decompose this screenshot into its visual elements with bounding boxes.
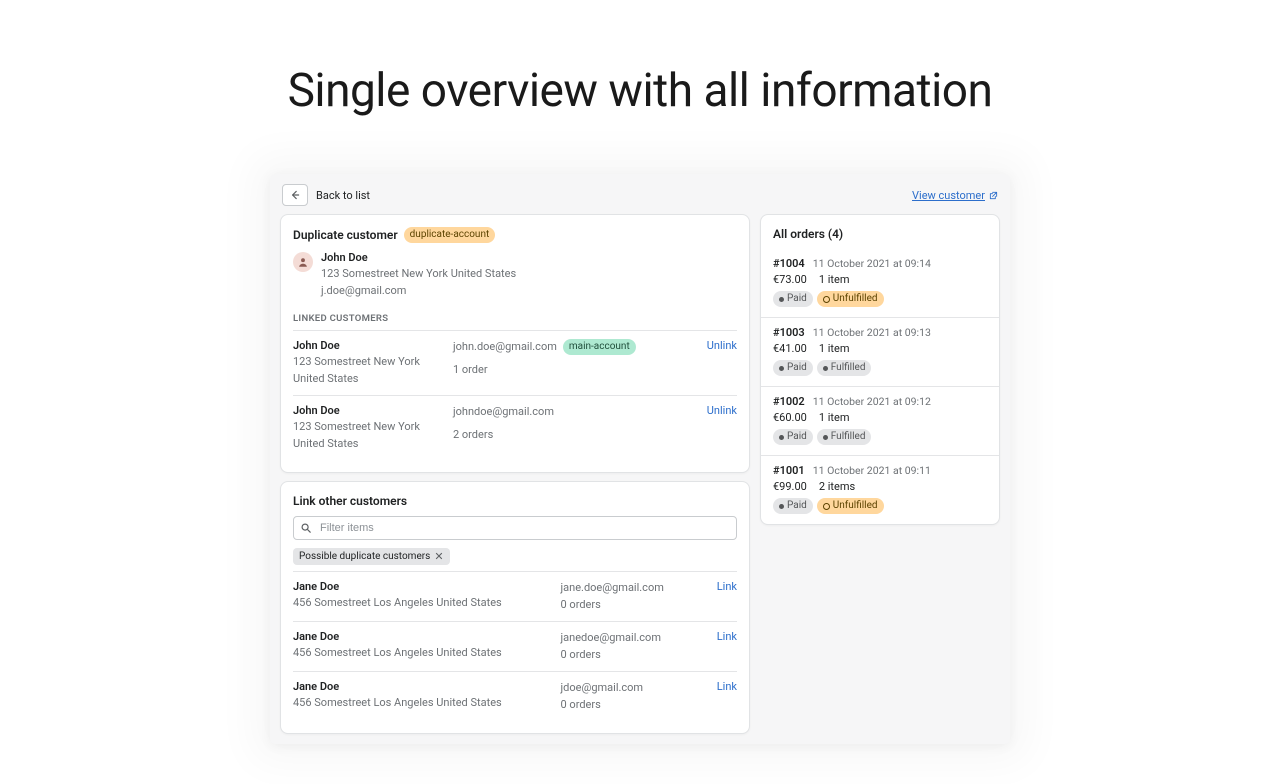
order-date: 11 October 2021 at 09:12 (813, 395, 931, 408)
linked-orders: 2 orders (453, 427, 697, 444)
linked-email: johndoe@gmail.com (453, 404, 554, 421)
back-label: Back to list (316, 189, 370, 202)
unlink-button[interactable]: Unlink (707, 404, 737, 417)
order-id: #1004 (773, 257, 805, 270)
order-amount: €41.00 (773, 342, 807, 355)
unfulfilled-badge: Unfulfilled (817, 291, 884, 307)
order-amount: €60.00 (773, 411, 807, 424)
paid-badge: Paid (773, 360, 813, 376)
order-amount: €99.00 (773, 480, 807, 493)
topbar: Back to list View customer (280, 184, 1000, 214)
paid-badge: Paid (773, 498, 813, 514)
order-item[interactable]: #1001 11 October 2021 at 09:11 €99.00 2 ite… (761, 455, 999, 524)
linked-name: John Doe (293, 404, 443, 417)
customer-email: j.doe@gmail.com (321, 283, 516, 300)
candidate-row: Jane Doe 456 Somestreet Los Angeles Unite… (293, 621, 737, 671)
order-items: 1 item (819, 411, 850, 424)
view-customer-label: View customer (912, 189, 985, 202)
external-link-icon (989, 191, 998, 200)
avatar (293, 252, 313, 272)
order-item[interactable]: #1003 11 October 2021 at 09:13 €41.00 1 ite… (761, 317, 999, 386)
candidate-row: Jane Doe 456 Somestreet Los Angeles Unite… (293, 671, 737, 721)
back-button[interactable] (282, 184, 308, 206)
arrow-left-icon (289, 189, 301, 201)
candidate-name: Jane Doe (293, 680, 551, 693)
candidate-orders: 0 orders (561, 697, 707, 714)
order-item[interactable]: #1004 11 October 2021 at 09:14 €73.00 1 ite… (761, 249, 999, 317)
order-item[interactable]: #1002 11 October 2021 at 09:12 €60.00 1 ite… (761, 386, 999, 455)
customer-address: 123 Somestreet New York United States (321, 266, 516, 283)
order-id: #1003 (773, 326, 805, 339)
candidate-address: 456 Somestreet Los Angeles United States (293, 695, 551, 712)
view-customer-link[interactable]: View customer (912, 189, 998, 202)
linked-orders: 1 order (453, 362, 697, 379)
linked-name: John Doe (293, 339, 443, 352)
candidate-address: 456 Somestreet Los Angeles United States (293, 595, 551, 612)
app-frame: Back to list View customer Duplicate cus… (270, 174, 1010, 744)
duplicate-card-title: Duplicate customer (293, 228, 398, 242)
filter-chip: Possible duplicate customers ✕ (293, 548, 450, 565)
linked-customer-row: John Doe 123 Somestreet New York United S… (293, 395, 737, 460)
candidate-address: 456 Somestreet Los Angeles United States (293, 645, 551, 662)
hero-title: Single overview with all information (0, 64, 1280, 118)
candidate-list: Jane Doe 456 Somestreet Los Angeles Unite… (293, 571, 737, 721)
candidate-name: Jane Doe (293, 580, 551, 593)
all-orders-card: All orders (4) #1004 11 October 2021 at 0… (760, 214, 1000, 525)
link-button[interactable]: Link (717, 630, 737, 643)
order-items: 1 item (819, 273, 850, 286)
order-items: 1 item (819, 342, 850, 355)
unlink-button[interactable]: Unlink (707, 339, 737, 352)
order-id: #1001 (773, 464, 805, 477)
unfulfilled-badge: Unfulfilled (817, 498, 884, 514)
candidate-orders: 0 orders (561, 597, 707, 614)
candidate-name: Jane Doe (293, 630, 551, 643)
order-date: 11 October 2021 at 09:11 (813, 464, 931, 477)
candidate-row: Jane Doe 456 Somestreet Los Angeles Unite… (293, 571, 737, 621)
link-button[interactable]: Link (717, 680, 737, 693)
linked-address: 123 Somestreet New York United States (293, 419, 443, 452)
customer-name: John Doe (321, 251, 516, 264)
search-icon (300, 522, 312, 534)
paid-badge: Paid (773, 429, 813, 445)
link-card-title: Link other customers (293, 494, 737, 508)
candidate-email: jane.doe@gmail.com (561, 580, 707, 597)
orders-card-title: All orders (4) (761, 215, 999, 249)
main-account-badge: main-account (563, 339, 636, 355)
duplicate-customer-card: Duplicate customer duplicate-account Joh… (280, 214, 750, 473)
order-date: 11 October 2021 at 09:13 (813, 326, 931, 339)
person-icon (297, 256, 309, 268)
orders-list: #1004 11 October 2021 at 09:14 €73.00 1 ite… (761, 249, 999, 524)
link-button[interactable]: Link (717, 580, 737, 593)
linked-address: 123 Somestreet New York United States (293, 354, 443, 387)
paid-badge: Paid (773, 291, 813, 307)
link-other-customers-card: Link other customers Possible duplicate … (280, 481, 750, 734)
chip-remove-icon[interactable]: ✕ (434, 551, 443, 562)
candidate-email: janedoe@gmail.com (561, 630, 707, 647)
filter-input[interactable] (293, 516, 737, 540)
order-amount: €73.00 (773, 273, 807, 286)
fulfilled-badge: Fulfilled (817, 360, 872, 376)
order-items: 2 items (819, 480, 855, 493)
linked-customers-list: John Doe 123 Somestreet New York United S… (293, 330, 737, 460)
linked-email: john.doe@gmail.com (453, 339, 557, 356)
duplicate-account-badge: duplicate-account (404, 227, 496, 243)
filter-chip-label: Possible duplicate customers (299, 551, 430, 562)
fulfilled-badge: Fulfilled (817, 429, 872, 445)
order-date: 11 October 2021 at 09:14 (813, 257, 931, 270)
candidate-orders: 0 orders (561, 647, 707, 664)
linked-customers-label: LINKED CUSTOMERS (293, 313, 737, 324)
primary-customer: John Doe 123 Somestreet New York United … (293, 251, 737, 299)
candidate-email: jdoe@gmail.com (561, 680, 707, 697)
order-id: #1002 (773, 395, 805, 408)
linked-customer-row: John Doe 123 Somestreet New York United S… (293, 330, 737, 395)
